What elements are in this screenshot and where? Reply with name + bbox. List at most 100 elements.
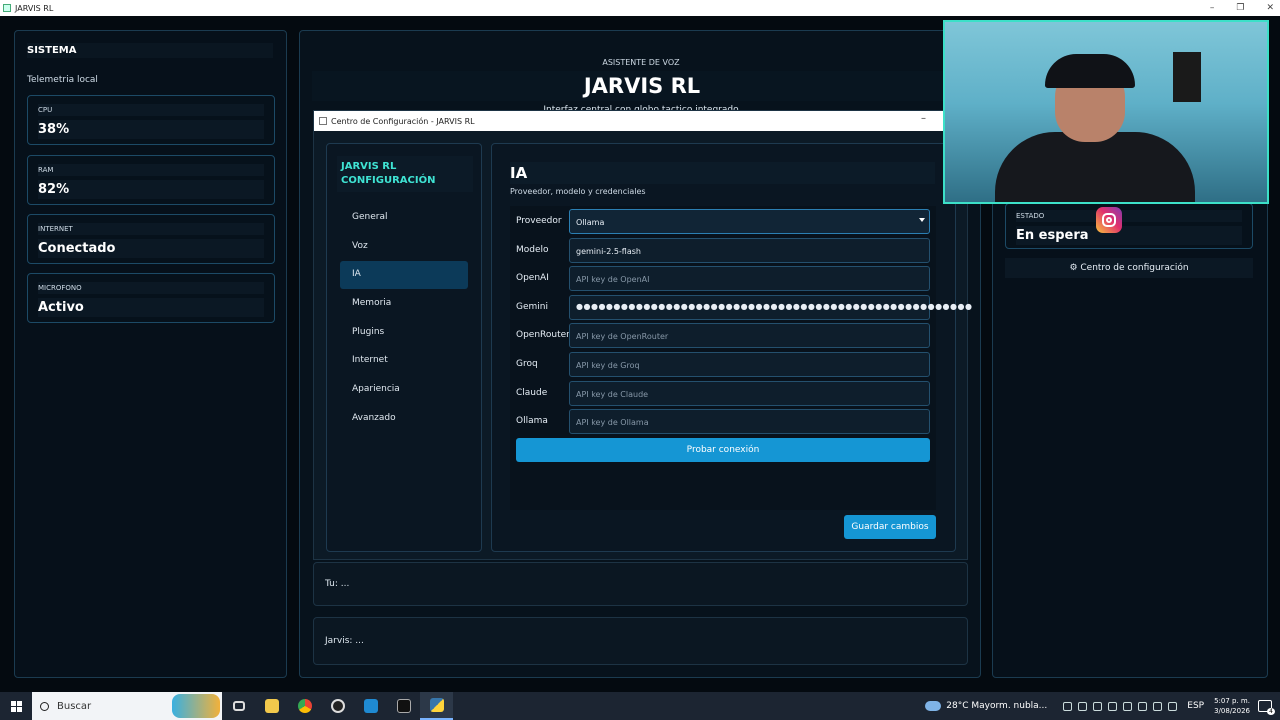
field-row-gemini: Gemini ●●●●●●●●●●●●●●●●●●●●●●●●●●●●●●●●●… xyxy=(510,295,972,321)
config-minimize-button[interactable]: – xyxy=(921,113,926,124)
taskbar-search[interactable]: Buscar xyxy=(32,692,222,720)
clock-time: 5:07 p. m. xyxy=(1214,697,1250,705)
nav-item-internet[interactable]: Internet xyxy=(340,347,468,375)
field-label: OpenRouter xyxy=(516,330,570,340)
nav-item-general[interactable]: General xyxy=(340,204,468,232)
section-subtitle: Proveedor, modelo y credenciales xyxy=(510,187,646,196)
field-label: Ollama xyxy=(516,416,548,426)
config-window: Centro de Configuración - JARVIS RL – ❐ … xyxy=(313,110,972,560)
field-row-openrouter: OpenRouter API key de OpenRouter xyxy=(510,323,936,349)
network-icon[interactable] xyxy=(1093,701,1103,711)
notification-icon[interactable]: 4 xyxy=(1258,700,1275,715)
config-main: IA Proveedor, modelo y credenciales Prov… xyxy=(491,143,972,552)
obs-icon[interactable] xyxy=(321,692,354,720)
nav-item-ia[interactable]: IA xyxy=(340,261,468,289)
search-icon xyxy=(40,701,49,711)
field-label: Proveedor xyxy=(516,216,562,226)
model-input[interactable]: gemini-2.5-flash xyxy=(569,238,930,263)
vscode-icon[interactable] xyxy=(354,692,387,720)
config-brand: JARVIS RL CONFIGURACIÓN xyxy=(337,156,473,192)
microphone-icon[interactable] xyxy=(1123,701,1133,711)
nav-item-voz[interactable]: Voz xyxy=(340,233,468,261)
assistant-transcript: Jarvis: ... xyxy=(313,617,968,665)
field-row-groq: Groq API key de Groq xyxy=(510,352,936,378)
taskbar: Buscar 28°C Mayorm. nubla... ESP 5:07 p.… xyxy=(0,692,1280,720)
window-titlebar: JARVIS RL – ❐ ✕ xyxy=(0,0,1280,16)
maximize-button[interactable]: ❐ xyxy=(1236,3,1244,13)
config-titlebar: Centro de Configuración - JARVIS RL – ❐ xyxy=(314,111,969,131)
groq-key-input[interactable]: API key de Groq xyxy=(569,352,930,377)
metric-value: 38% xyxy=(38,120,264,139)
test-connection-button[interactable]: Probar conexión xyxy=(516,438,930,462)
field-label: Claude xyxy=(516,388,548,398)
field-row-openai: OpenAI API key de OpenAI xyxy=(510,266,936,292)
terminal-icon[interactable] xyxy=(387,692,420,720)
brand-line-1: JARVIS RL xyxy=(341,161,397,172)
field-row-claude: Claude API key de Claude xyxy=(510,381,936,407)
clock[interactable]: 5:07 p. m. 3/08/2026 xyxy=(1214,696,1250,716)
search-highlight-image xyxy=(172,694,220,718)
provider-select[interactable]: Ollama xyxy=(569,209,930,234)
claude-key-input[interactable]: API key de Claude xyxy=(569,381,930,406)
chevron-down-icon xyxy=(919,218,925,222)
window-title: JARVIS RL xyxy=(15,3,54,13)
person-cap xyxy=(1045,54,1135,88)
metric-value: Activo xyxy=(38,298,264,317)
app-icon xyxy=(3,4,11,12)
instagram-lens xyxy=(1106,217,1112,223)
nav-item-memoria[interactable]: Memoria xyxy=(340,290,468,318)
language-indicator[interactable]: ESP xyxy=(1187,701,1204,711)
python-app-icon[interactable] xyxy=(420,692,453,720)
instagram-icon xyxy=(1096,207,1122,233)
battery-icon[interactable] xyxy=(1168,701,1178,711)
task-view-icon[interactable] xyxy=(222,692,255,720)
gemini-key-input[interactable]: ●●●●●●●●●●●●●●●●●●●●●●●●●●●●●●●●●●●●●●●●… xyxy=(569,295,972,320)
field-row-ollama: Ollama API key de Ollama xyxy=(510,409,936,435)
volume-icon[interactable] xyxy=(1153,701,1163,711)
user-transcript: Tu: ... xyxy=(313,562,968,606)
ollama-key-input[interactable]: API key de Ollama xyxy=(569,409,930,434)
config-center-button[interactable]: ⚙ Centro de configuración xyxy=(1005,258,1253,278)
notification-count: 4 xyxy=(1267,708,1275,715)
metric-label: RAM xyxy=(38,164,264,176)
chrome-icon[interactable] xyxy=(288,692,321,720)
file-explorer-icon[interactable] xyxy=(255,692,288,720)
wifi-icon[interactable] xyxy=(1138,701,1148,711)
windows-icon xyxy=(10,700,22,712)
config-window-title: Centro de Configuración - JARVIS RL xyxy=(331,116,475,126)
metric-cpu: CPU 38% xyxy=(27,95,275,145)
system-panel: SISTEMA Telemetria local CPU 38% RAM 82%… xyxy=(14,30,287,678)
metric-label: MICROFONO xyxy=(38,282,264,294)
save-changes-button[interactable]: Guardar cambios xyxy=(844,515,936,539)
config-window-icon xyxy=(319,117,327,125)
metric-label: CPU xyxy=(38,104,264,116)
clock-date: 3/08/2026 xyxy=(1214,707,1250,715)
weather-widget[interactable]: 28°C Mayorm. nubla... xyxy=(925,701,1047,711)
openai-key-input[interactable]: API key de OpenAI xyxy=(569,266,930,291)
nav-item-plugins[interactable]: Plugins xyxy=(340,319,468,347)
metric-label: INTERNET xyxy=(38,223,264,235)
tray-icons xyxy=(1063,701,1178,711)
metric-internet: INTERNET Conectado xyxy=(27,214,275,264)
chevron-up-icon[interactable] xyxy=(1063,701,1073,711)
field-label: Modelo xyxy=(516,245,549,255)
openrouter-key-input[interactable]: API key de OpenRouter xyxy=(569,323,930,348)
minimize-button[interactable]: – xyxy=(1210,3,1215,13)
wall-poster xyxy=(1173,52,1201,102)
status-value: En espera xyxy=(1016,226,1242,245)
system-subtitle: Telemetria local xyxy=(27,75,98,85)
discord-icon[interactable] xyxy=(1108,701,1118,711)
nav-item-apariencia[interactable]: Apariencia xyxy=(340,376,468,404)
weather-text: 28°C Mayorm. nubla... xyxy=(946,701,1048,711)
start-button[interactable] xyxy=(0,692,32,720)
nav-item-avanzado[interactable]: Avanzado xyxy=(340,405,468,433)
close-button[interactable]: ✕ xyxy=(1266,3,1274,13)
system-tray: 28°C Mayorm. nubla... ESP 5:07 p. m. 3/0… xyxy=(925,692,1280,720)
ai-form: Proveedor Ollama Modelo gemini-2.5-flash… xyxy=(510,206,972,510)
speaker-icon[interactable] xyxy=(1078,701,1088,711)
system-title: SISTEMA xyxy=(27,43,273,58)
metric-ram: RAM 82% xyxy=(27,155,275,205)
config-nav: JARVIS RL CONFIGURACIÓN General Voz IA M… xyxy=(326,143,482,552)
search-placeholder: Buscar xyxy=(57,700,92,712)
field-label: Gemini xyxy=(516,302,548,312)
